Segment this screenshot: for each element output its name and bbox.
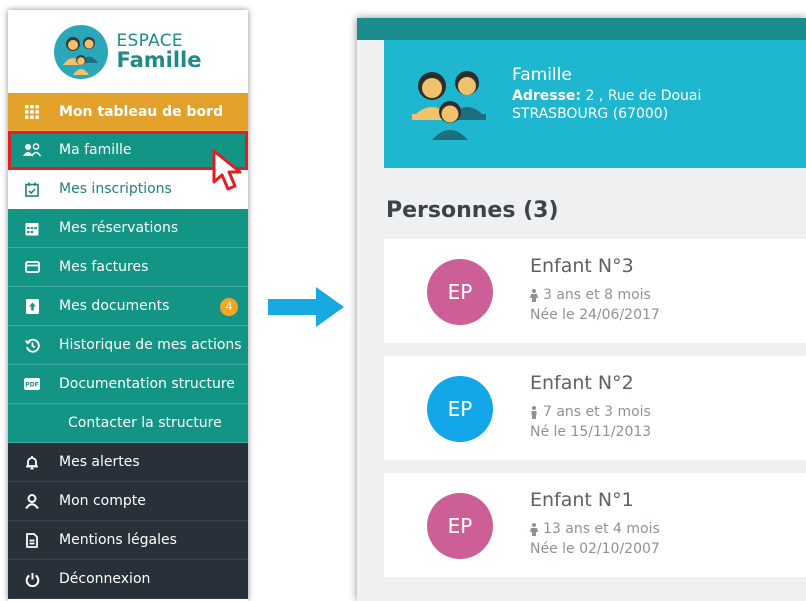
sidebar-item-mon-compte[interactable]: Mon compte	[8, 482, 248, 521]
calendar-check-icon	[22, 181, 42, 197]
family-title: Famille	[512, 65, 572, 85]
pdf-icon: PDF	[22, 376, 42, 392]
card-icon	[22, 259, 42, 275]
person-card[interactable]: EP Enfant N°1 13 ans et 4 mois Née le 02…	[384, 473, 806, 577]
person-name: Enfant N°1	[530, 489, 634, 511]
sidebar-item-mes-factures[interactable]: Mes factures	[8, 248, 248, 287]
family-group-icon	[412, 71, 486, 140]
document-upload-icon	[22, 298, 42, 314]
child-icon	[530, 522, 538, 536]
brand[interactable]: ESPACE Famille	[8, 10, 248, 93]
sidebar-item-label: Mes documents	[59, 298, 170, 314]
sidebar-item-contacter[interactable]: Contacter la structure	[8, 404, 248, 443]
sidebar-item-label: Contacter la structure	[68, 415, 222, 431]
person-card[interactable]: EP Enfant N°2 7 ans et 3 mois Né le 15/1…	[384, 356, 806, 460]
person-age: 13 ans et 4 mois	[530, 521, 660, 537]
sidebar-item-deconnexion[interactable]: Déconnexion	[8, 560, 248, 599]
child-icon	[531, 405, 537, 419]
sidebar-item-label: Documentation structure	[59, 376, 235, 392]
panel-header-bar	[357, 18, 806, 40]
family-card[interactable]: Famille Adresse: 2 , Rue de Douai STRASB…	[384, 40, 806, 168]
family-address: Adresse: 2 , Rue de Douai	[512, 87, 701, 105]
sidebar-item-mentions-legales[interactable]: Mentions légales	[8, 521, 248, 560]
arrow-right-icon	[268, 287, 344, 327]
mouse-cursor-icon	[212, 149, 242, 191]
family-panel: Famille Adresse: 2 , Rue de Douai STRASB…	[357, 18, 806, 601]
person-birthdate: Né le 15/11/2013	[530, 424, 652, 440]
person-birthdate: Née le 24/06/2017	[530, 307, 660, 323]
person-age-text: 3 ans et 8 mois	[543, 287, 651, 303]
sidebar-item-documentation[interactable]: PDF Documentation structure	[8, 365, 248, 404]
sidebar-item-label: Ma famille	[59, 142, 132, 158]
user-icon	[22, 493, 42, 509]
person-age: 3 ans et 8 mois	[530, 287, 651, 303]
person-name: Enfant N°3	[530, 255, 634, 277]
person-name: Enfant N°2	[530, 372, 634, 394]
file-text-icon	[22, 532, 42, 548]
person-age-text: 13 ans et 4 mois	[543, 521, 660, 537]
person-age: 7 ans et 3 mois	[530, 404, 651, 420]
brand-line2: Famille	[116, 47, 202, 72]
family-logo-icon	[54, 24, 109, 79]
avatar: EP	[427, 376, 493, 442]
persons-title: Personnes (3)	[386, 198, 559, 223]
history-icon	[22, 337, 42, 353]
address-label: Adresse:	[512, 88, 582, 104]
sidebar-item-dashboard[interactable]: Mon tableau de bord	[8, 93, 248, 131]
power-icon	[22, 571, 42, 587]
person-age-text: 7 ans et 3 mois	[543, 404, 651, 420]
person-birthdate: Née le 02/10/2007	[530, 541, 660, 557]
avatar: EP	[427, 259, 493, 325]
sidebar-item-label: Mes factures	[59, 259, 149, 275]
documents-count-badge: 4	[220, 298, 238, 316]
avatar: EP	[427, 493, 493, 559]
sidebar-item-mes-alertes[interactable]: Mes alertes	[8, 443, 248, 482]
family-info: Famille Adresse: 2 , Rue de Douai STRASB…	[512, 66, 701, 123]
sidebar-item-label: Mes inscriptions	[59, 181, 172, 197]
svg-text:PDF: PDF	[25, 382, 38, 389]
sidebar: ESPACE Famille Mon tableau de bord Ma fa…	[8, 10, 248, 601]
sidebar-item-label: Mentions légales	[59, 532, 177, 548]
calendar-icon	[22, 220, 42, 236]
sidebar-item-label: Déconnexion	[59, 571, 151, 587]
brand-text: ESPACE Famille	[116, 30, 202, 72]
sidebar-item-label: Mes alertes	[59, 454, 140, 470]
brand-line1: ESPACE	[116, 30, 183, 51]
bell-icon	[22, 454, 42, 470]
child-icon	[530, 288, 538, 302]
grid-icon	[22, 104, 42, 120]
address-line1: 2 , Rue de Douai	[581, 88, 702, 104]
address-line2: STRASBOURG (67000)	[512, 106, 669, 122]
person-card[interactable]: EP Enfant N°3 3 ans et 8 mois Née le 24/…	[384, 239, 806, 343]
sidebar-item-label: Historique de mes actions	[59, 337, 242, 353]
sidebar-item-mes-documents[interactable]: Mes documents 4	[8, 287, 248, 326]
sidebar-item-mes-reservations[interactable]: Mes réservations	[8, 209, 248, 248]
sidebar-item-historique[interactable]: Historique de mes actions	[8, 326, 248, 365]
family-icon	[22, 142, 42, 158]
sidebar-item-label: Mon tableau de bord	[59, 103, 224, 120]
sidebar-item-label: Mes réservations	[59, 220, 179, 236]
sidebar-item-label: Mon compte	[59, 493, 146, 509]
